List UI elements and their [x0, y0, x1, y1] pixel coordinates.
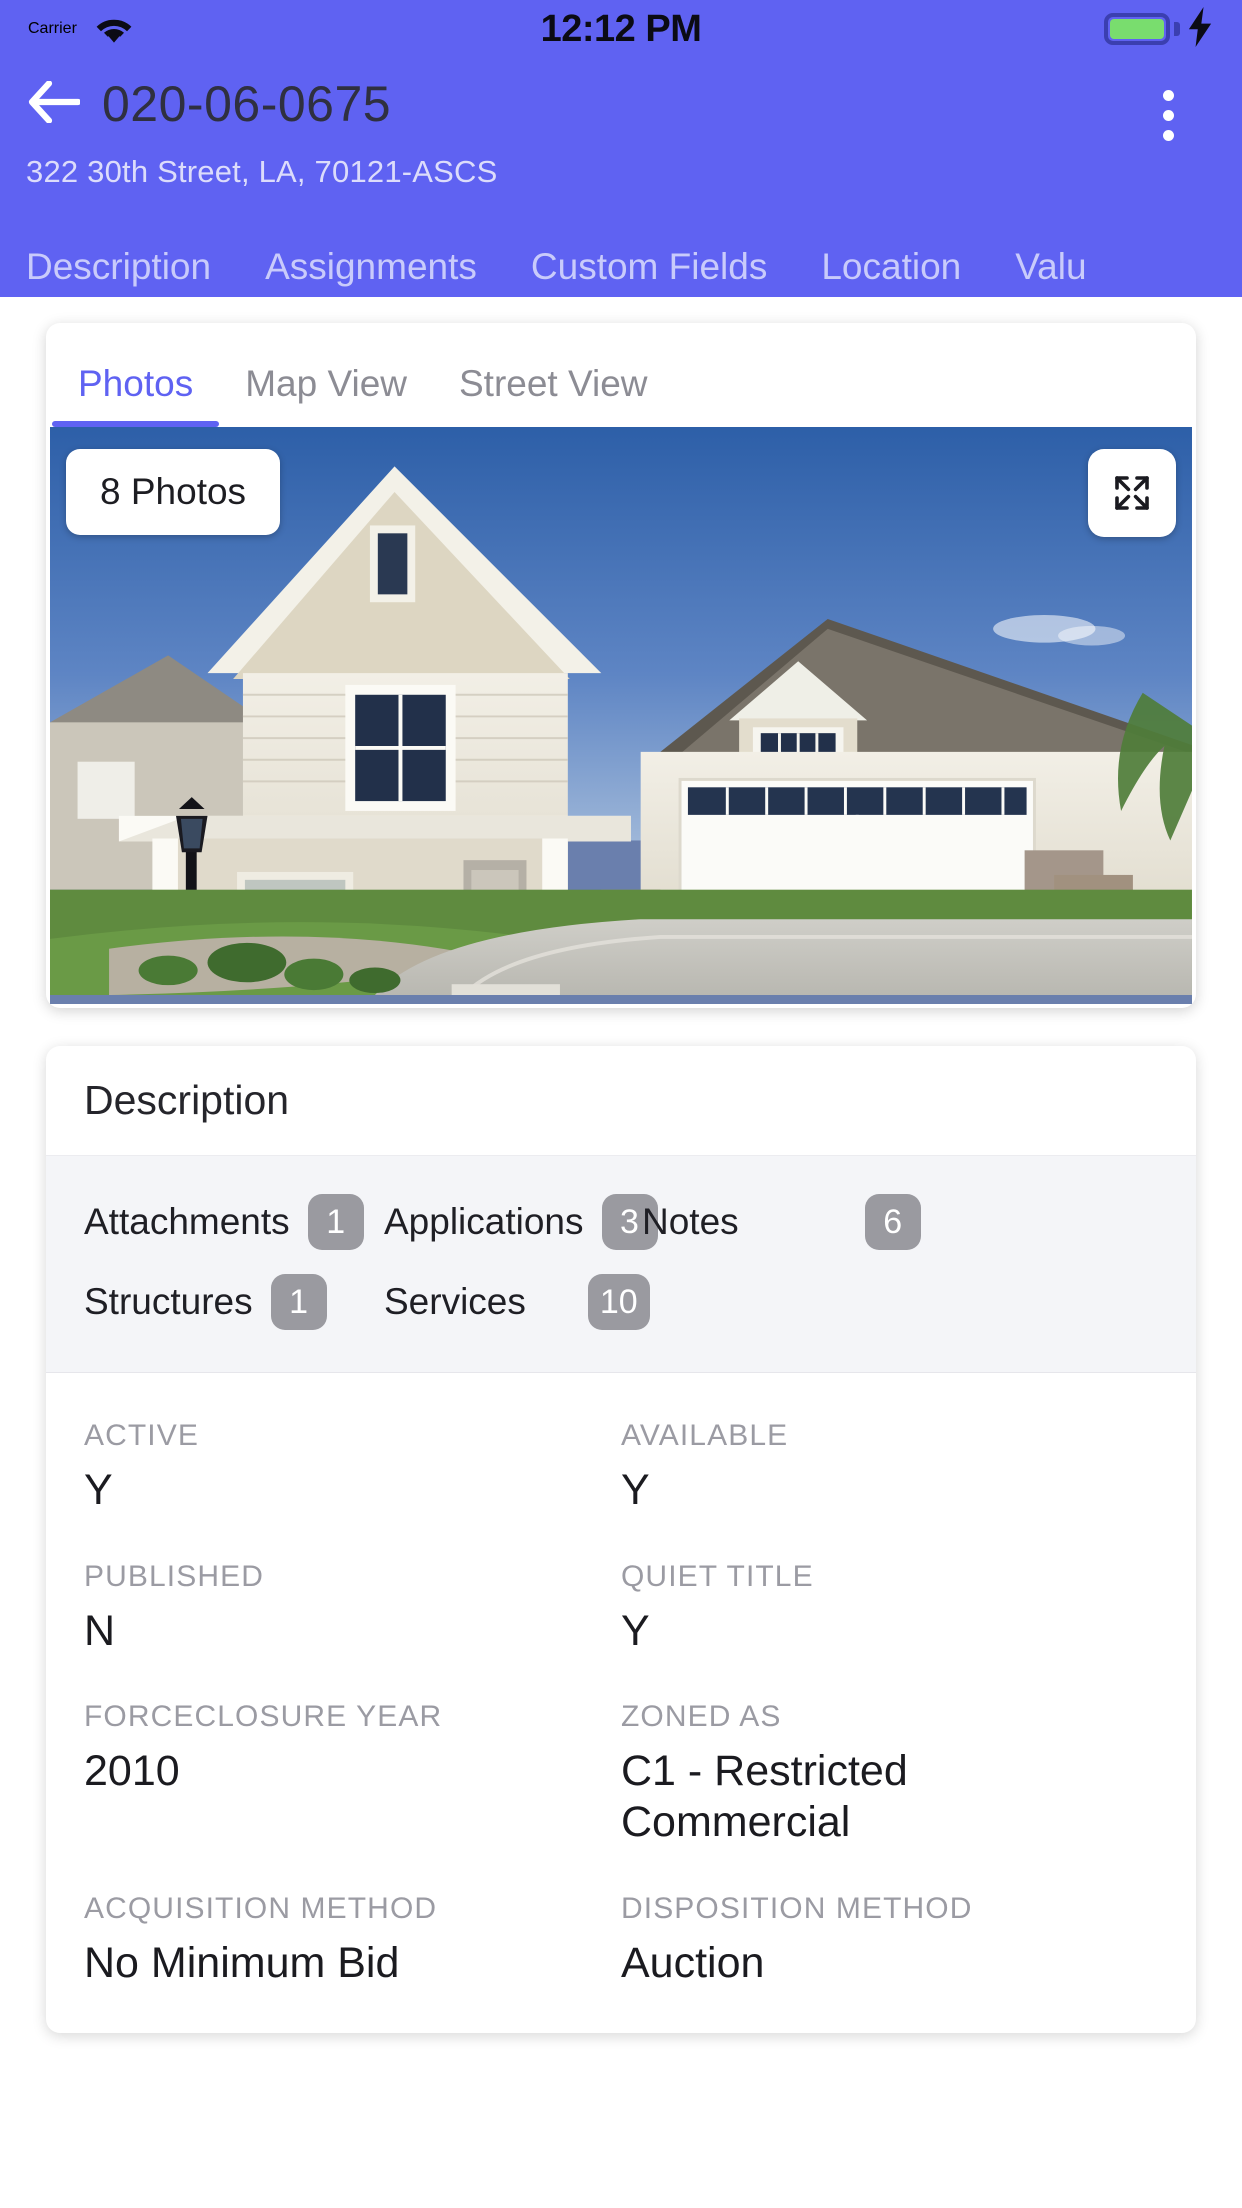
field-label: QUIET TITLE	[621, 1559, 814, 1593]
lightning-bolt-icon	[1186, 6, 1214, 52]
status-bar-clock: 12:12 PM	[540, 7, 702, 50]
wifi-icon	[91, 12, 137, 46]
field-active: ACTIVE Y	[84, 1419, 621, 1516]
field-label: ACTIVE	[84, 1419, 199, 1452]
field-acquisition-method: ACQUISITION METHOD No Minimum Bid	[84, 1892, 621, 1989]
chip-count-badge: 10	[587, 1274, 650, 1330]
media-tab-photos[interactable]: Photos	[52, 363, 220, 427]
arrow-left-icon	[28, 79, 82, 128]
field-label: ZONED AS	[621, 1700, 782, 1734]
field-row: ACQUISITION METHOD No Minimum Bid DISPOS…	[84, 1892, 1158, 1989]
field-label: DISPOSITION METHOD	[621, 1891, 973, 1925]
chip-applications[interactable]: Applications 3	[384, 1194, 658, 1250]
back-button[interactable]	[26, 76, 82, 132]
field-value: No Minimum Bid	[84, 1938, 400, 1987]
media-card: Photos Map View Street View 8 Photos	[46, 323, 1196, 1008]
field-value: 2010	[84, 1747, 180, 1796]
chip-row: Structures 1 Services 10	[84, 1262, 1158, 1342]
field-value: Y	[621, 1466, 650, 1514]
media-tab-map-view[interactable]: Map View	[219, 363, 433, 427]
description-card-header: Description	[46, 1046, 1196, 1156]
chip-label: Notes	[642, 1201, 739, 1242]
field-row: PUBLISHED N QUIET TITLE Y	[84, 1560, 1158, 1657]
tab-custom-fields[interactable]: Custom Fields	[531, 246, 767, 288]
field-forceclosure-year: FORCECLOSURE YEAR 2010	[84, 1700, 621, 1847]
field-quiet-title: QUIET TITLE Y	[621, 1560, 1158, 1657]
media-tab-bar[interactable]: Photos Map View Street View	[46, 323, 1196, 427]
battery-nub	[1174, 22, 1180, 36]
photos-count-badge[interactable]: 8 Photos	[66, 449, 281, 535]
chip-structures[interactable]: Structures 1	[84, 1274, 384, 1330]
tab-location[interactable]: Location	[821, 246, 961, 288]
status-bar-left: Carrier	[28, 12, 137, 46]
field-disposition-method: DISPOSITION METHOD Auction	[621, 1892, 1158, 1989]
chip-label: Services	[384, 1281, 526, 1322]
field-label: FORCECLOSURE YEAR	[84, 1700, 443, 1734]
field-published: PUBLISHED N	[84, 1560, 621, 1657]
menu-dot	[1162, 89, 1174, 101]
tab-valuation[interactable]: Valu	[1015, 246, 1086, 288]
chip-label: Applications	[384, 1201, 584, 1242]
menu-dot	[1162, 129, 1174, 141]
media-tab-street-view[interactable]: Street View	[433, 363, 674, 427]
status-bar: Carrier 12:12 PM	[0, 0, 1242, 58]
chip-count-badge: 1	[307, 1194, 364, 1250]
tab-description[interactable]: Description	[26, 246, 211, 288]
description-card: Description Attachments 1 Applications 3…	[46, 1046, 1196, 2033]
menu-dot	[1162, 109, 1174, 121]
section-title: Description	[84, 1077, 290, 1123]
related-records-chips: Attachments 1 Applications 3 Notes 6 Str…	[46, 1156, 1196, 1373]
carrier-label: Carrier	[28, 20, 77, 37]
scroll-content: Photos Map View Street View 8 Photos Des…	[0, 297, 1242, 2207]
field-value: Y	[621, 1606, 650, 1655]
field-available: AVAILABLE Y	[621, 1419, 1158, 1516]
chip-count-badge: 1	[270, 1274, 327, 1330]
chip-notes[interactable]: Notes 6	[642, 1194, 921, 1250]
field-label: PUBLISHED	[84, 1559, 264, 1593]
field-zoned-as: ZONED AS C1 - Restricted Commercial	[621, 1700, 1158, 1847]
field-value: Y	[84, 1466, 113, 1514]
description-fields: ACTIVE Y AVAILABLE Y PUBLISHED N QUIET T…	[46, 1373, 1196, 1989]
header-tab-bar[interactable]: Description Assignments Custom Fields Lo…	[0, 236, 1242, 297]
chip-services[interactable]: Services 10	[384, 1274, 650, 1330]
status-bar-right	[1104, 6, 1214, 52]
field-row: ACTIVE Y AVAILABLE Y	[84, 1419, 1158, 1516]
chip-count-badge: 6	[864, 1194, 921, 1250]
battery-full-icon	[1104, 13, 1170, 45]
header-top-row: 020-06-0675	[26, 58, 1216, 150]
chip-label: Structures	[84, 1281, 253, 1322]
field-value: N	[84, 1606, 116, 1655]
chip-label: Attachments	[84, 1201, 290, 1242]
fullscreen-expand-icon[interactable]	[1088, 449, 1176, 537]
field-row: FORCECLOSURE YEAR 2010 ZONED AS C1 - Res…	[84, 1700, 1158, 1847]
record-address: 322 30th Street, LA, 70121-ASCS	[26, 154, 498, 189]
tab-assignments[interactable]: Assignments	[265, 246, 477, 288]
chip-row: Attachments 1 Applications 3 Notes 6	[84, 1182, 1158, 1262]
field-value: C1 - Restricted Commercial	[621, 1747, 908, 1847]
property-photo[interactable]: 8 Photos	[50, 427, 1192, 1004]
more-vertical-icon[interactable]	[1140, 80, 1196, 150]
chip-attachments[interactable]: Attachments 1	[84, 1194, 384, 1250]
field-label: ACQUISITION METHOD	[84, 1891, 438, 1925]
field-value: Auction	[621, 1938, 765, 1987]
app-header: 020-06-0675 322 30th Street, LA, 70121-A…	[0, 58, 1242, 236]
field-label: AVAILABLE	[621, 1419, 789, 1452]
page-title: 020-06-0675	[102, 76, 392, 132]
